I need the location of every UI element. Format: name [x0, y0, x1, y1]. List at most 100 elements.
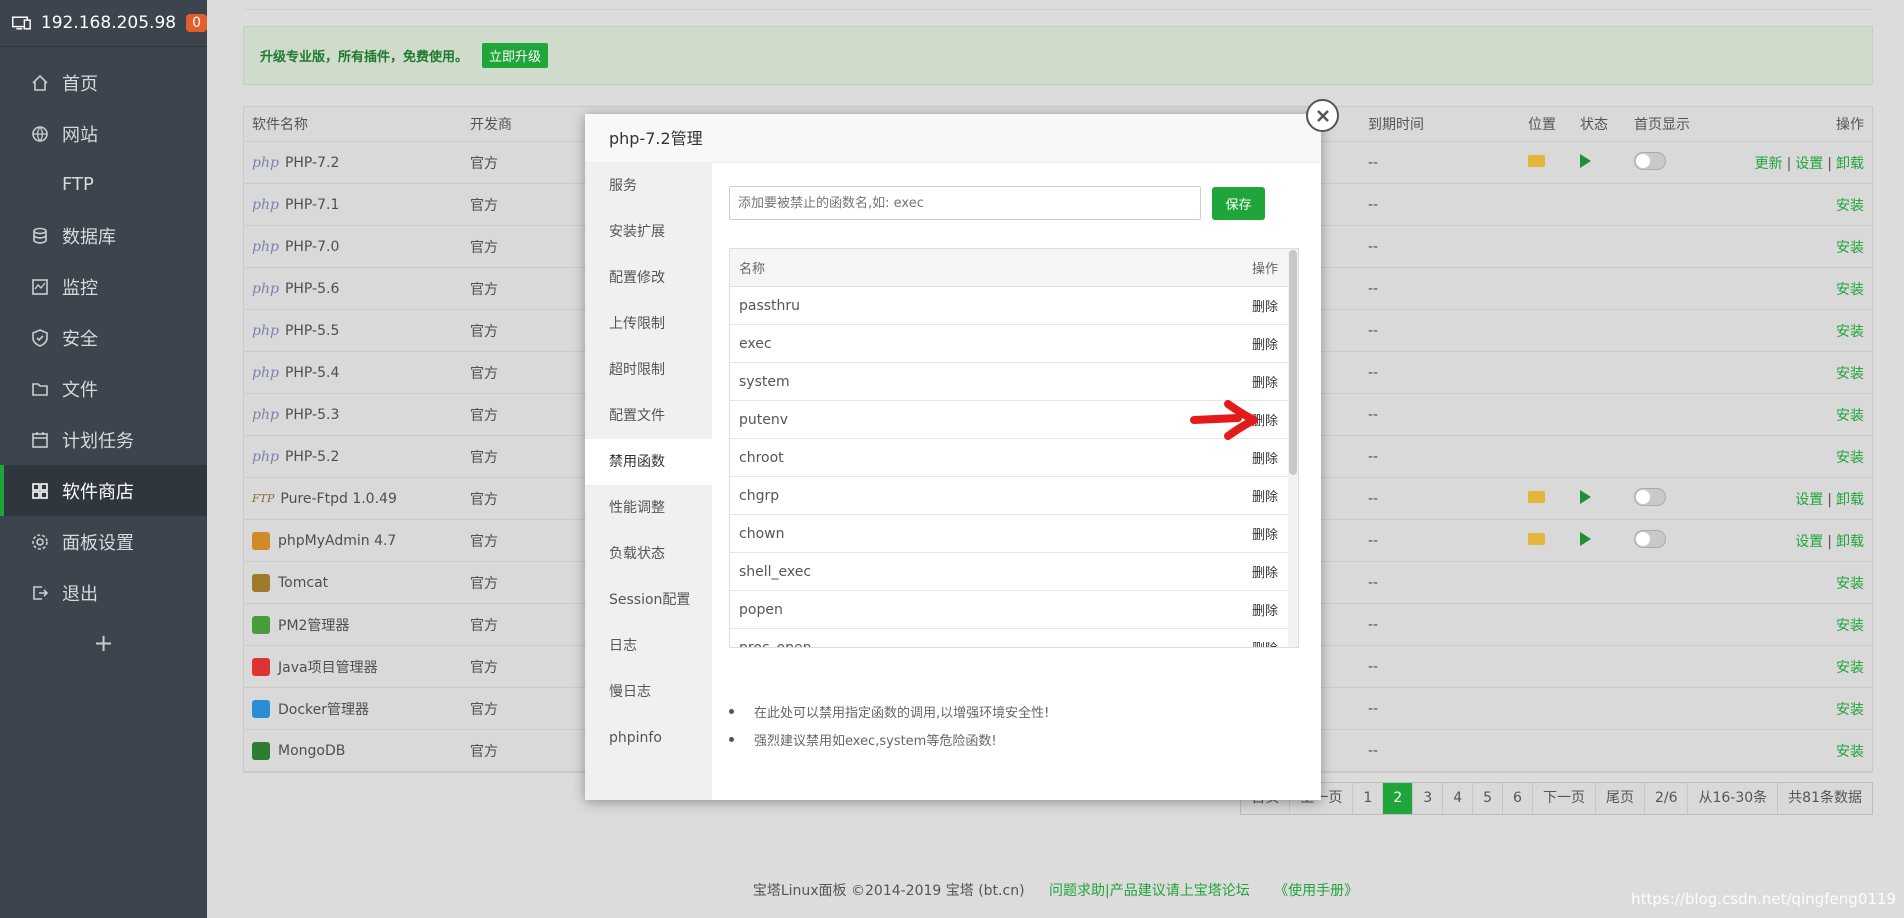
- page-item[interactable]: 2/6: [1643, 783, 1688, 814]
- php-logo-icon: php: [252, 280, 279, 297]
- dialog-nav-item[interactable]: 超时限制: [585, 347, 712, 393]
- delete-link[interactable]: 删除: [1252, 486, 1278, 505]
- page-item[interactable]: 下一页: [1531, 783, 1595, 814]
- save-button[interactable]: 保存: [1212, 187, 1265, 220]
- dialog-nav-item[interactable]: 安装扩展: [585, 209, 712, 255]
- software-name[interactable]: PHP-5.3: [285, 407, 339, 423]
- toggle-switch[interactable]: [1634, 487, 1666, 506]
- delete-link[interactable]: 删除: [1252, 638, 1278, 647]
- software-name[interactable]: PHP-7.0: [285, 239, 339, 255]
- dialog-nav-item[interactable]: Session配置: [585, 577, 712, 623]
- home-display-toggle[interactable]: [1634, 487, 1666, 510]
- dialog-nav-item[interactable]: 配置修改: [585, 255, 712, 301]
- page-item[interactable]: 1: [1352, 783, 1382, 814]
- software-name[interactable]: PM2管理器: [278, 615, 349, 635]
- location-folder-icon[interactable]: [1528, 490, 1545, 507]
- dialog-nav-item[interactable]: 禁用函数: [585, 439, 712, 485]
- home-display-toggle[interactable]: [1634, 529, 1666, 552]
- dialog-nav-item[interactable]: 日志: [585, 623, 712, 669]
- toggle-switch[interactable]: [1634, 151, 1666, 170]
- install-link[interactable]: 安装: [1836, 363, 1864, 383]
- software-name[interactable]: PHP-5.6: [285, 281, 339, 297]
- message-badge[interactable]: 0: [186, 14, 207, 32]
- sidebar-item-2[interactable]: FTP: [0, 159, 207, 210]
- sidebar-item-9[interactable]: 面板设置: [0, 516, 207, 567]
- upgrade-button[interactable]: 立即升级: [482, 43, 549, 68]
- install-link[interactable]: 安装: [1836, 573, 1864, 593]
- update-link[interactable]: 更新: [1755, 156, 1783, 172]
- function-name-input[interactable]: [729, 186, 1201, 220]
- software-name[interactable]: PHP-5.4: [285, 365, 339, 381]
- function-row: chgrp 删除: [730, 477, 1298, 515]
- dialog-nav-item[interactable]: 负载状态: [585, 531, 712, 577]
- functions-scrollbar[interactable]: [1288, 249, 1298, 647]
- settings-link[interactable]: 设置: [1795, 156, 1823, 172]
- page-item[interactable]: 从16-30条: [1687, 783, 1777, 814]
- sidebar-item-5[interactable]: 安全: [0, 312, 207, 363]
- sidebar-item-1[interactable]: 网站: [0, 108, 207, 159]
- dialog-nav-item[interactable]: 服务: [585, 163, 712, 209]
- install-link[interactable]: 安装: [1836, 195, 1864, 215]
- uninstall-link[interactable]: 卸载: [1836, 534, 1864, 550]
- software-name[interactable]: PHP-5.2: [285, 449, 339, 465]
- install-link[interactable]: 安装: [1836, 741, 1864, 761]
- software-name[interactable]: Tomcat: [278, 575, 328, 591]
- install-link[interactable]: 安装: [1836, 321, 1864, 341]
- location-folder-icon[interactable]: [1528, 154, 1545, 171]
- install-link[interactable]: 安装: [1836, 657, 1864, 677]
- home-display-toggle[interactable]: [1634, 151, 1666, 174]
- install-link[interactable]: 安装: [1836, 699, 1864, 719]
- install-link[interactable]: 安装: [1836, 237, 1864, 257]
- software-name[interactable]: PHP-7.2: [285, 155, 339, 171]
- server-host[interactable]: 192.168.205.98 0: [0, 0, 207, 46]
- sidebar-item-3[interactable]: 数据库: [0, 210, 207, 261]
- delete-link[interactable]: 删除: [1252, 448, 1278, 467]
- software-name[interactable]: Pure-Ftpd 1.0.49: [280, 491, 396, 507]
- sidebar-item-7[interactable]: 计划任务: [0, 414, 207, 465]
- uninstall-link[interactable]: 卸载: [1836, 492, 1864, 508]
- uninstall-link[interactable]: 卸载: [1836, 156, 1864, 172]
- dialog-nav-item[interactable]: 慢日志: [585, 669, 712, 715]
- page-item[interactable]: 共81条数据: [1777, 783, 1872, 814]
- page-item[interactable]: 6: [1502, 783, 1532, 814]
- software-name[interactable]: PHP-5.5: [285, 323, 339, 339]
- page-item[interactable]: 4: [1442, 783, 1472, 814]
- sidebar-item-6[interactable]: 文件: [0, 363, 207, 414]
- close-button[interactable]: [1306, 99, 1339, 132]
- software-name[interactable]: MongoDB: [278, 743, 345, 759]
- page-item[interactable]: 尾页: [1594, 783, 1644, 814]
- install-link[interactable]: 安装: [1836, 279, 1864, 299]
- dialog-nav-item[interactable]: 性能调整: [585, 485, 712, 531]
- delete-link[interactable]: 删除: [1252, 562, 1278, 581]
- footer-manual-link[interactable]: 《使用手册》: [1274, 883, 1358, 899]
- install-link[interactable]: 安装: [1836, 615, 1864, 635]
- delete-link[interactable]: 删除: [1252, 600, 1278, 619]
- sidebar-item-4[interactable]: 监控: [0, 261, 207, 312]
- add-shortcut-button[interactable]: +: [0, 618, 207, 668]
- settings-link[interactable]: 设置: [1795, 492, 1823, 508]
- footer-help-link[interactable]: 问题求助|产品建议请上宝塔论坛: [1049, 883, 1250, 899]
- software-name[interactable]: Java项目管理器: [278, 657, 378, 677]
- scroll-thumb[interactable]: [1289, 250, 1297, 475]
- software-name[interactable]: phpMyAdmin 4.7: [278, 533, 396, 549]
- location-folder-icon[interactable]: [1528, 532, 1545, 549]
- software-name[interactable]: PHP-7.1: [285, 197, 339, 213]
- sidebar-item-8[interactable]: 软件商店: [0, 465, 207, 516]
- page-item[interactable]: 5: [1472, 783, 1502, 814]
- delete-link[interactable]: 删除: [1252, 334, 1278, 353]
- page-item[interactable]: 2: [1382, 783, 1413, 814]
- install-link[interactable]: 安装: [1836, 405, 1864, 425]
- delete-link[interactable]: 删除: [1252, 296, 1278, 315]
- toggle-switch[interactable]: [1634, 529, 1666, 548]
- software-name[interactable]: Docker管理器: [278, 699, 369, 719]
- dialog-nav-item[interactable]: phpinfo: [585, 715, 712, 761]
- delete-link[interactable]: 删除: [1252, 524, 1278, 543]
- page-item[interactable]: 3: [1412, 783, 1442, 814]
- sidebar-item-0[interactable]: 首页: [0, 57, 207, 108]
- settings-link[interactable]: 设置: [1795, 534, 1823, 550]
- dialog-nav-item[interactable]: 上传限制: [585, 301, 712, 347]
- install-link[interactable]: 安装: [1836, 447, 1864, 467]
- delete-link[interactable]: 删除: [1252, 372, 1278, 391]
- sidebar-item-10[interactable]: 退出: [0, 567, 207, 618]
- dialog-nav-item[interactable]: 配置文件: [585, 393, 712, 439]
